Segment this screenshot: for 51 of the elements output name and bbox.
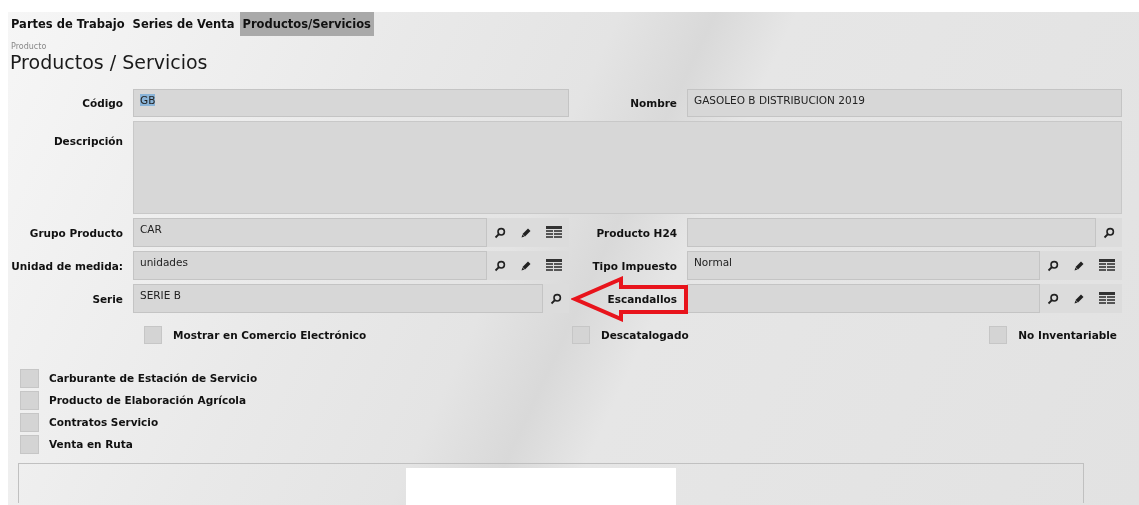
field-label: Unidad de medida: — [11, 259, 123, 272]
checkbox-label: Venta en Ruta — [49, 438, 133, 450]
field-label: Código — [82, 97, 123, 109]
field-label: Nombre — [630, 97, 677, 109]
description-field[interactable] — [133, 121, 1122, 214]
checkbox-label: Producto de Elaboración Agrícola — [49, 394, 247, 406]
section-caption: Producto — [11, 42, 48, 51]
search-icon[interactable] — [494, 259, 506, 272]
checkbox[interactable] — [20, 434, 39, 454]
tab[interactable]: Partes de Trabajo — [8, 12, 128, 36]
checkbox-label: Contratos Servicio — [49, 416, 159, 428]
checkbox-label: No Inventariable — [1018, 329, 1117, 341]
table-icon[interactable] — [1099, 292, 1115, 305]
input-field[interactable]: unidades — [133, 251, 487, 280]
field-label: Escandallos — [607, 292, 677, 305]
field-label: Grupo Producto — [29, 226, 123, 239]
input-field[interactable]: GASOLEO B DISTRIBUCION 2019 — [687, 89, 1122, 117]
table-icon[interactable] — [546, 226, 562, 239]
input-field[interactable]: SERIE B — [133, 284, 543, 313]
checkbox-label: Carburante de Estación de Servicio — [49, 372, 258, 384]
input-field[interactable]: CAR — [133, 218, 487, 247]
pencil-icon[interactable] — [1073, 259, 1085, 272]
tab[interactable]: Series de Venta — [129, 12, 238, 36]
pencil-icon[interactable] — [520, 226, 532, 239]
table-icon[interactable] — [1099, 259, 1115, 272]
checkbox-label: Descatalogado — [601, 329, 689, 341]
pencil-icon[interactable] — [1073, 292, 1085, 305]
input-field[interactable] — [687, 284, 1040, 313]
tab[interactable]: Productos/Servicios — [239, 12, 374, 36]
field-label: Serie — [92, 292, 123, 305]
field-label: Descripción — [53, 135, 123, 147]
pencil-icon[interactable] — [520, 259, 532, 272]
table-icon[interactable] — [546, 259, 562, 272]
checkbox[interactable] — [572, 326, 590, 344]
checkbox[interactable] — [144, 326, 162, 344]
search-icon[interactable] — [1047, 292, 1059, 305]
input-field[interactable] — [687, 218, 1096, 247]
search-icon[interactable] — [550, 292, 562, 305]
field-label: Producto H24 — [596, 226, 677, 239]
checkbox[interactable] — [20, 390, 39, 410]
checkbox-label: Mostrar en Comercio Electrónico — [173, 329, 367, 341]
page-title: Productos / Servicios — [10, 51, 209, 74]
checkbox[interactable] — [20, 412, 39, 432]
input-field[interactable]: GB — [133, 89, 569, 117]
input-field[interactable]: Normal — [687, 251, 1040, 280]
checkbox[interactable] — [20, 368, 39, 388]
search-icon[interactable] — [494, 226, 506, 239]
search-icon[interactable] — [1047, 259, 1059, 272]
field-label: Tipo Impuesto — [592, 259, 677, 272]
checkbox[interactable] — [989, 326, 1008, 344]
search-icon[interactable] — [1103, 226, 1115, 239]
